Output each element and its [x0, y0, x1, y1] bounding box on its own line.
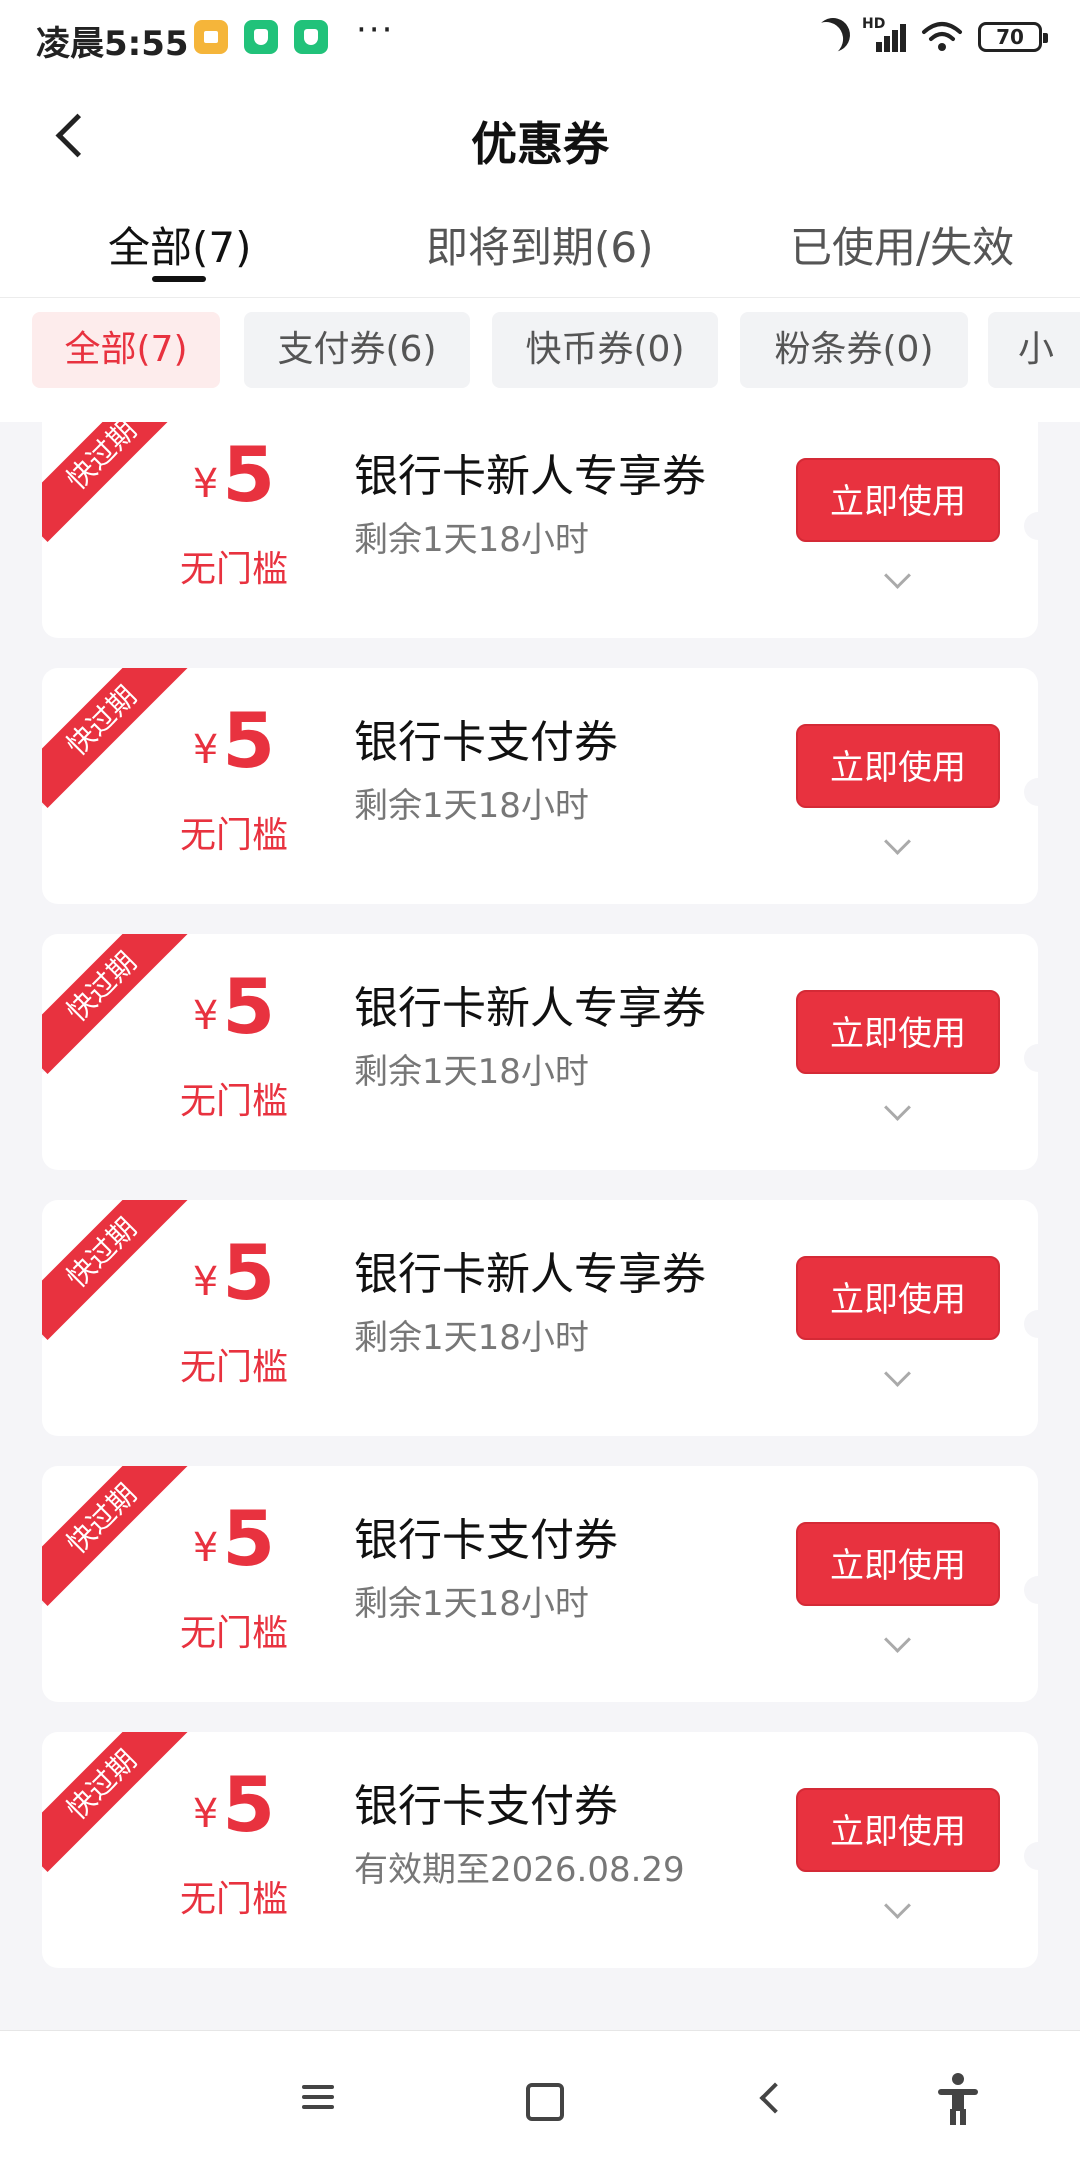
coupon-value: 5: [222, 430, 276, 519]
coupon-threshold: 无门槛: [179, 1613, 288, 1654]
chevron-down-icon[interactable]: [882, 1630, 912, 1660]
currency-symbol: ¥: [192, 1259, 219, 1305]
currency-symbol: ¥: [192, 993, 219, 1039]
signal-icon: [866, 22, 906, 52]
coupon-name: 银行卡新人专享券: [354, 983, 706, 1034]
tab-used-expired[interactable]: 已使用/失效: [790, 214, 1014, 275]
chevron-down-icon[interactable]: [882, 832, 912, 862]
accessibility-icon[interactable]: [922, 2061, 994, 2133]
home-icon[interactable]: [504, 2061, 576, 2133]
coupon-card: 快过期 ¥5 无门槛 银行卡支付券 剩余1天18小时 立即使用: [42, 668, 1038, 904]
coupon-threshold: 无门槛: [179, 1347, 288, 1388]
coupon-amount: ¥5: [154, 962, 314, 1051]
menu-icon[interactable]: [282, 2061, 354, 2133]
notes-icon: [194, 20, 228, 54]
currency-symbol: ¥: [192, 1791, 219, 1837]
coupon-screen: 凌晨5:55 ··· HD 70 优惠券 全部(7) 即将到期(6) 已使用/失…: [0, 0, 1080, 2160]
coupon-threshold: 无门槛: [179, 549, 288, 590]
coupon-name: 银行卡新人专享券: [354, 451, 706, 502]
coupon-threshold: 无门槛: [179, 1081, 288, 1122]
coupon-name: 银行卡新人专享券: [354, 1249, 706, 1300]
back-icon[interactable]: [732, 2061, 804, 2133]
status-time: 凌晨5:55: [36, 24, 189, 64]
currency-symbol: ¥: [192, 1525, 219, 1571]
coupon-list[interactable]: 快过期 ¥5 无门槛 银行卡新人专享券 剩余1天18小时 立即使用 快过期 ¥5…: [0, 422, 1080, 2030]
coupon-expiry: 剩余1天18小时: [354, 1052, 589, 1092]
coupon-card: 快过期 ¥5 无门槛 银行卡支付券 剩余1天18小时 立即使用: [42, 1466, 1038, 1702]
do-not-disturb-icon: [810, 12, 856, 58]
coupon-amount: ¥5: [154, 430, 314, 519]
coupon-value: 5: [222, 1494, 276, 1583]
chevron-down-icon[interactable]: [882, 1364, 912, 1394]
coupon-value: 5: [222, 1760, 276, 1849]
chevron-down-icon[interactable]: [882, 1098, 912, 1128]
page-title: 优惠券: [471, 117, 609, 171]
coupon-card: 快过期 ¥5 无门槛 银行卡支付券 有效期至2026.08.29 立即使用: [42, 1732, 1038, 1968]
use-now-button[interactable]: 立即使用: [796, 724, 1000, 808]
chevron-down-icon[interactable]: [882, 1896, 912, 1926]
shield-icon: [294, 20, 328, 54]
coupon-threshold: 无门槛: [179, 815, 288, 856]
shield-icon: [244, 20, 278, 54]
coupon-amount: ¥5: [154, 1228, 314, 1317]
coupon-threshold: 无门槛: [179, 1879, 288, 1920]
tab-all[interactable]: 全部(7): [108, 214, 252, 275]
currency-symbol: ¥: [192, 461, 219, 507]
battery-level: 70: [996, 25, 1024, 49]
active-tab-indicator: [152, 276, 206, 282]
use-now-button[interactable]: 立即使用: [796, 1788, 1000, 1872]
coupon-expiry: 剩余1天18小时: [354, 1318, 589, 1358]
coupon-amount: ¥5: [154, 1760, 314, 1849]
filter-kuaibi[interactable]: 快币券(0): [492, 312, 718, 388]
coupon-expiry: 有效期至2026.08.29: [354, 1850, 685, 1890]
coupon-card: 快过期 ¥5 无门槛 银行卡新人专享券 剩余1天18小时 立即使用: [42, 422, 1038, 638]
coupon-card: 快过期 ¥5 无门槛 银行卡新人专享券 剩余1天18小时 立即使用: [42, 934, 1038, 1170]
coupon-name: 银行卡支付券: [354, 1515, 618, 1566]
use-now-button[interactable]: 立即使用: [796, 1522, 1000, 1606]
filter-fentiao[interactable]: 粉条券(0): [740, 312, 968, 388]
filter-chips: 全部(7) 支付券(6) 快币券(0) 粉条券(0) 小: [0, 298, 1080, 422]
coupon-tabs: 全部(7) 即将到期(6) 已使用/失效: [0, 190, 1080, 298]
coupon-expiry: 剩余1天18小时: [354, 786, 589, 826]
wifi-icon: [922, 22, 962, 51]
chevron-down-icon[interactable]: [882, 566, 912, 596]
filter-more[interactable]: 小: [988, 312, 1080, 388]
coupon-amount: ¥5: [154, 1494, 314, 1583]
status-bar: 凌晨5:55 ··· HD 70: [0, 0, 1080, 80]
use-now-button[interactable]: 立即使用: [796, 990, 1000, 1074]
coupon-amount: ¥5: [154, 696, 314, 785]
coupon-value: 5: [222, 696, 276, 785]
coupon-name: 银行卡支付券: [354, 1781, 618, 1832]
filter-all[interactable]: 全部(7): [32, 312, 220, 388]
coupon-card: 快过期 ¥5 无门槛 银行卡新人专享券 剩余1天18小时 立即使用: [42, 1200, 1038, 1436]
currency-symbol: ¥: [192, 727, 219, 773]
system-nav-bar: [0, 2030, 1080, 2160]
coupon-expiry: 剩余1天18小时: [354, 1584, 589, 1624]
use-now-button[interactable]: 立即使用: [796, 458, 1000, 542]
coupon-value: 5: [222, 962, 276, 1051]
battery-icon: 70: [978, 22, 1048, 52]
use-now-button[interactable]: 立即使用: [796, 1256, 1000, 1340]
coupon-value: 5: [222, 1228, 276, 1317]
filter-payment[interactable]: 支付券(6): [244, 312, 470, 388]
more-notifications-icon: ···: [356, 10, 395, 50]
coupon-name: 银行卡支付券: [354, 717, 618, 768]
tab-expiring-soon[interactable]: 即将到期(6): [426, 214, 654, 275]
title-bar: 优惠券: [0, 80, 1080, 190]
coupon-expiry: 剩余1天18小时: [354, 520, 589, 560]
